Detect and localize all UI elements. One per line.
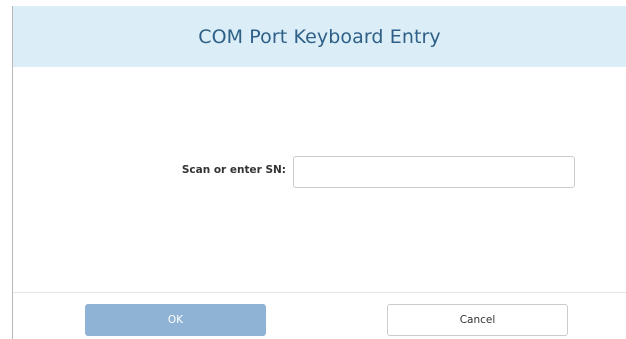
dialog-footer: OK Cancel [13, 292, 626, 339]
com-port-keyboard-entry-dialog: COM Port Keyboard Entry Scan or enter SN… [12, 6, 626, 339]
serial-number-row: Scan or enter SN: [13, 156, 626, 188]
dialog-header: COM Port Keyboard Entry [13, 6, 626, 67]
ok-button[interactable]: OK [85, 304, 266, 336]
serial-number-label: Scan or enter SN: [181, 164, 286, 176]
serial-number-input[interactable] [293, 156, 575, 188]
cancel-button[interactable]: Cancel [387, 304, 568, 336]
dialog-title: COM Port Keyboard Entry [198, 25, 441, 48]
